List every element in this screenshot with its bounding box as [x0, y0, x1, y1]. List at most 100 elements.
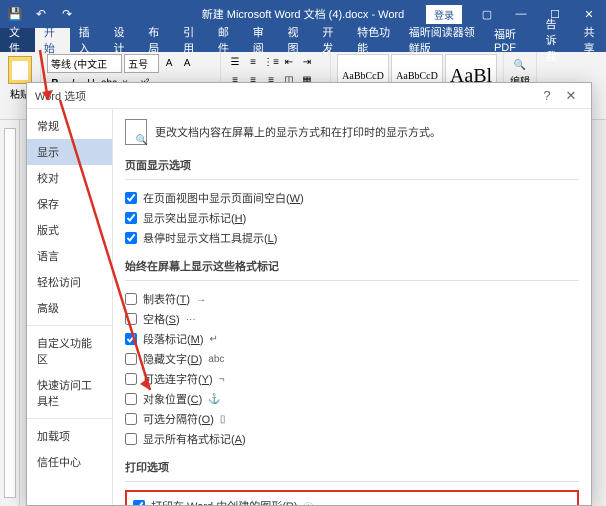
shrink-font-icon[interactable]: A — [179, 56, 195, 72]
option-label: 打印在 Word 中创建的图形(R) — [151, 498, 297, 505]
options-sidebar: 常规 显示 校对 保存 版式 语言 轻松访问 高级 自定义功能区 快速访问工具栏… — [27, 109, 113, 505]
option-row: 空格(S) ··· — [125, 309, 579, 329]
indent-dec-icon[interactable]: ⇤ — [281, 54, 297, 70]
highlighted-option: 打印在 Word 中创建的图形(R) ⓘ — [125, 490, 579, 505]
numbering-icon[interactable]: ≡ — [245, 54, 261, 70]
tab-mailings[interactable]: 邮件 — [209, 28, 244, 52]
sidebar-item-trust[interactable]: 信任中心 — [27, 449, 112, 475]
undo-icon[interactable]: ↶ — [30, 3, 52, 25]
option-label: 制表符(T) — [143, 291, 190, 307]
sidebar-item-customize-ribbon[interactable]: 自定义功能区 — [27, 330, 112, 372]
dialog-close-icon[interactable]: ✕ — [559, 88, 583, 104]
format-mark-icon: ⚓ — [208, 394, 234, 405]
format-mark-icon: abc — [208, 354, 234, 365]
save-icon[interactable]: 💾 — [4, 3, 26, 25]
option-checkbox[interactable] — [125, 192, 137, 204]
tab-special[interactable]: 特色功能 — [348, 28, 400, 52]
sidebar-item-layout[interactable]: 版式 — [27, 217, 112, 243]
share-button[interactable]: 共享 — [575, 28, 606, 52]
tab-home[interactable]: 开始 — [35, 28, 70, 52]
section-page-display: 页面显示选项 — [125, 157, 579, 173]
tab-developer[interactable]: 开发 — [313, 28, 348, 52]
format-mark-icon: ▯ — [220, 414, 246, 425]
tab-view[interactable]: 视图 — [279, 28, 314, 52]
option-checkbox[interactable] — [125, 353, 137, 365]
option-label: 隐藏文字(D) — [143, 351, 202, 367]
find-icon: 🔍 — [514, 60, 526, 71]
tab-references[interactable]: 引用 — [174, 28, 209, 52]
tab-foxit1[interactable]: 福昕阅读器领鲜版 — [400, 28, 485, 52]
ribbon-tabs: 文件 开始 插入 设计 布局 引用 邮件 审阅 视图 开发 特色功能 福昕阅读器… — [0, 28, 606, 52]
option-label: 显示突出显示标记(H) — [143, 210, 246, 226]
grow-font-icon[interactable]: A — [161, 56, 177, 72]
dialog-help-icon[interactable]: ? — [535, 88, 559, 103]
sidebar-item-save[interactable]: 保存 — [27, 191, 112, 217]
option-checkbox[interactable] — [125, 293, 137, 305]
sidebar-item-language[interactable]: 语言 — [27, 243, 112, 269]
option-row: 打印在 Word 中创建的图形(R) ⓘ — [133, 496, 571, 505]
format-mark-icon: ↵ — [210, 334, 236, 345]
option-row: 显示突出显示标记(H) — [125, 208, 579, 228]
option-row: 悬停时显示文档工具提示(L) — [125, 228, 579, 248]
option-row: 制表符(T) → — [125, 289, 579, 309]
option-checkbox[interactable] — [125, 313, 137, 325]
bullets-icon[interactable]: ☰ — [227, 54, 243, 70]
document-title: 新建 Microsoft Word 文档 (4).docx - Word — [202, 6, 405, 22]
dialog-title: Word 选项 — [35, 88, 86, 104]
sidebar-item-ease[interactable]: 轻松访问 — [27, 269, 112, 295]
option-row: 显示所有格式标记(A) — [125, 429, 579, 449]
option-row: 可选分隔符(O) ▯ — [125, 409, 579, 429]
option-checkbox[interactable] — [125, 433, 137, 445]
login-button[interactable]: 登录 — [426, 5, 462, 24]
sidebar-item-qat[interactable]: 快速访问工具栏 — [27, 372, 112, 414]
option-checkbox[interactable] — [125, 413, 137, 425]
option-checkbox[interactable] — [133, 500, 145, 505]
option-row: 段落标记(M) ↵ — [125, 329, 579, 349]
option-label: 对象位置(C) — [143, 391, 202, 407]
option-label: 显示所有格式标记(A) — [143, 431, 246, 447]
word-options-dialog: Word 选项 ? ✕ 常规 显示 校对 保存 版式 语言 轻松访问 高级 自定… — [26, 82, 592, 506]
option-label: 悬停时显示文档工具提示(L) — [143, 230, 277, 246]
sidebar-item-general[interactable]: 常规 — [27, 113, 112, 139]
option-checkbox[interactable] — [125, 232, 137, 244]
format-mark-icon: ··· — [186, 314, 212, 325]
section-print-options: 打印选项 — [125, 459, 579, 475]
tab-file[interactable]: 文件 — [0, 28, 35, 52]
indent-inc-icon[interactable]: ⇥ — [299, 54, 315, 70]
option-row: 对象位置(C) ⚓ — [125, 389, 579, 409]
sidebar-item-advanced[interactable]: 高级 — [27, 295, 112, 321]
option-label: 空格(S) — [143, 311, 180, 327]
content-header-text: 更改文档内容在屏幕上的显示方式和在打印时的显示方式。 — [155, 124, 441, 140]
minimize-icon[interactable]: — — [504, 0, 538, 28]
tab-insert[interactable]: 插入 — [70, 28, 105, 52]
option-row: 隐藏文字(D) abc — [125, 349, 579, 369]
option-label: 可选分隔符(O) — [143, 411, 214, 427]
font-size-select[interactable]: 五号 — [124, 54, 159, 73]
redo-icon[interactable]: ↷ — [56, 3, 78, 25]
option-checkbox[interactable] — [125, 212, 137, 224]
tab-review[interactable]: 审阅 — [244, 28, 279, 52]
format-mark-icon: ¬ — [219, 374, 245, 385]
option-row: 可选连字符(Y)¬ — [125, 369, 579, 389]
option-row: 在页面视图中显示页面间空白(W) — [125, 188, 579, 208]
tab-design[interactable]: 设计 — [104, 28, 139, 52]
options-content: 更改文档内容在屏幕上的显示方式和在打印时的显示方式。 页面显示选项 在页面视图中… — [113, 109, 591, 505]
option-checkbox[interactable] — [125, 393, 137, 405]
tab-layout[interactable]: 布局 — [139, 28, 174, 52]
sidebar-item-proofing[interactable]: 校对 — [27, 165, 112, 191]
option-checkbox[interactable] — [125, 333, 137, 345]
option-label: 在页面视图中显示页面间空白(W) — [143, 190, 304, 206]
section-format-marks: 始终在屏幕上显示这些格式标记 — [125, 258, 579, 274]
clipboard-icon — [8, 56, 32, 84]
font-name-select[interactable]: 等线 (中文正 — [47, 54, 122, 73]
tell-me[interactable]: 告诉我 — [537, 28, 575, 52]
option-label: 段落标记(M) — [143, 331, 204, 347]
sidebar-item-addins[interactable]: 加载项 — [27, 423, 112, 449]
sidebar-item-display[interactable]: 显示 — [27, 139, 112, 165]
vertical-ruler — [0, 120, 20, 506]
info-icon[interactable]: ⓘ — [303, 499, 313, 506]
option-checkbox[interactable] — [125, 373, 137, 385]
format-mark-icon: → — [196, 294, 222, 305]
tab-foxit2[interactable]: 福昕PDF — [485, 28, 537, 52]
multilevel-icon[interactable]: ⋮≡ — [263, 54, 279, 70]
